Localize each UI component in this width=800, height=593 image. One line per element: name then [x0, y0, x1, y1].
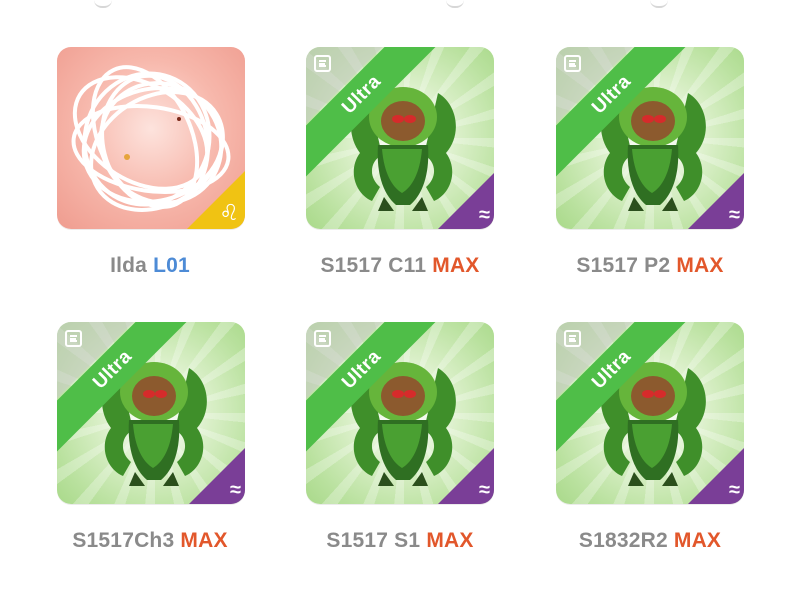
card-caption: Ilda L01 [35, 254, 265, 278]
card-caption: S1517 C11 MAX [285, 254, 515, 278]
card-caption: S1517Ch3 MAX [35, 529, 265, 553]
calendar-icon [564, 330, 581, 347]
calendar-icon [65, 330, 82, 347]
previous-row-mark [650, 0, 668, 8]
card-caption: S1517 P2 MAX [535, 254, 765, 278]
max-badge: MAX [180, 529, 228, 552]
previous-row-mark [94, 0, 112, 8]
monster-name: Ilda [110, 254, 148, 277]
max-badge: MAX [426, 529, 474, 552]
monster-card-s1517-c11[interactable]: Ultra ≈ [306, 47, 494, 229]
monster-card-s1517-p2[interactable]: Ultra ≈ [556, 47, 744, 229]
calendar-icon [564, 55, 581, 72]
level-badge: L01 [153, 254, 190, 277]
max-badge: MAX [432, 254, 480, 277]
water-element-icon: ≈ [230, 479, 241, 501]
previous-row-remnant [0, 0, 800, 10]
monster-card-s1832r2[interactable]: Ultra ≈ [556, 322, 744, 504]
calendar-icon [314, 55, 331, 72]
previous-row-mark [446, 0, 464, 8]
monster-card-s1517-s1[interactable]: Ultra ≈ [306, 322, 494, 504]
monster-name: S1832R2 [578, 529, 668, 552]
water-element-icon: ≈ [479, 479, 490, 501]
water-element-icon: ≈ [479, 204, 490, 226]
monster-card-ilda[interactable]: ♌ [57, 47, 245, 229]
monster-name: S1517 C11 [320, 254, 427, 277]
water-element-icon: ≈ [729, 479, 740, 501]
water-element-icon: ≈ [729, 204, 740, 226]
card-caption: S1832R2 MAX [535, 529, 765, 553]
calendar-icon [314, 330, 331, 347]
monster-name: S1517 P2 [576, 254, 671, 277]
max-badge: MAX [676, 254, 724, 277]
max-badge: MAX [673, 529, 722, 552]
leo-zodiac-icon: ♌ [219, 200, 239, 225]
monster-name: S1517Ch3 [72, 529, 175, 552]
monster-name: S1517 S1 [326, 529, 421, 552]
monster-card-s1517ch3[interactable]: Ultra ≈ [57, 322, 245, 504]
card-caption: S1517 S1 MAX [285, 529, 515, 553]
